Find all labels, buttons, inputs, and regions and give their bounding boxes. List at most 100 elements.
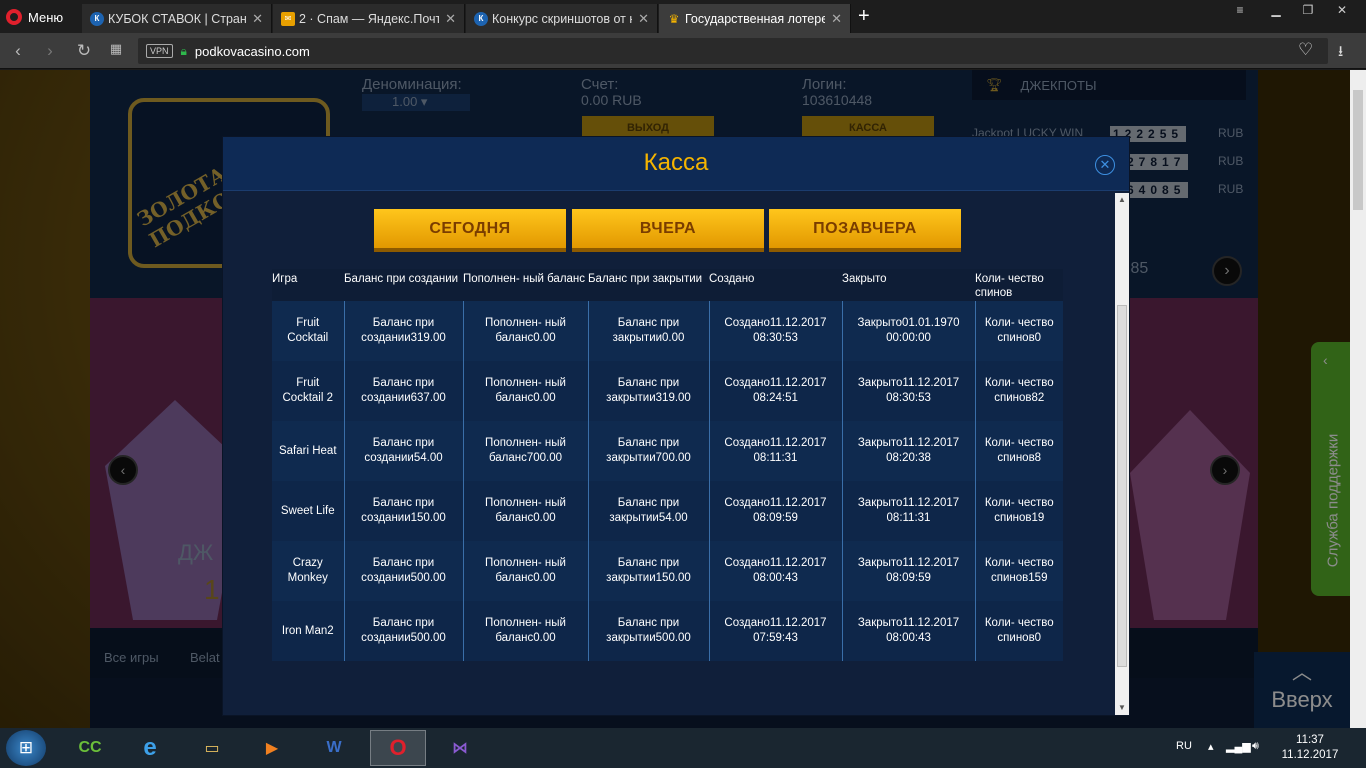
address-bar: ‹ › ↻ ▦ VPN 🔒︎ podkovacasino.com ♡ ⭳: [0, 33, 1366, 69]
windows-logo-icon: ⊞: [18, 738, 34, 757]
tab-title: Конкурс скриншотов от к: [492, 11, 633, 26]
language-indicator[interactable]: RU: [1176, 740, 1192, 752]
restore-icon[interactable]: ❐: [1290, 0, 1326, 20]
tab-title: Государственная лотерея: [685, 11, 826, 26]
page-scrollbar-thumb[interactable]: [1353, 90, 1363, 210]
today-button[interactable]: СЕГОДНЯ: [374, 209, 566, 252]
tab-title: 2 · Спам — Яндекс.Почта: [299, 11, 440, 26]
cell-game: Safari Heat: [272, 421, 345, 481]
cell-topup: Пополнен- ный баланс0.00: [463, 481, 589, 541]
yesterday-button[interactable]: ВЧЕРА: [572, 209, 764, 252]
cell-game: Fruit Cocktail 2: [272, 361, 345, 421]
col-header-game: Игра: [272, 269, 344, 301]
taskbar-ie-icon[interactable]: e: [122, 730, 178, 766]
modal-scrollbar[interactable]: ▲ ▼: [1115, 193, 1129, 715]
forward-icon[interactable]: ›: [40, 41, 60, 61]
table-row: Fruit Cocktail Баланс при создании319.00…: [272, 301, 1063, 361]
close-icon[interactable]: ✕: [1095, 155, 1115, 175]
tab-close-icon[interactable]: ✕: [638, 11, 649, 27]
day-before-yesterday-button[interactable]: ПОЗАВЧЕРА: [769, 209, 961, 252]
tab-menu-icon[interactable]: ≡: [1222, 0, 1258, 20]
vpn-badge[interactable]: VPN: [146, 44, 173, 58]
favicon-icon: К: [474, 11, 488, 26]
cell-closed: Закрыто11.12.2017 08:30:53: [842, 361, 976, 421]
taskbar-explorer-icon[interactable]: ▭: [184, 730, 240, 766]
clock-date: 11.12.2017: [1281, 749, 1339, 761]
table-row: Fruit Cocktail 2 Баланс при создании637.…: [272, 361, 1063, 421]
tab-lottery[interactable]: ♛ Государственная лотерея ✕: [659, 4, 851, 33]
cell-spins: Коли- чество спинов159: [975, 541, 1063, 601]
close-window-icon[interactable]: ✕: [1324, 0, 1360, 20]
tab-title: КУБОК СТАВОК | Страниц: [108, 11, 247, 26]
taskbar-app-cc-icon[interactable]: CC: [62, 730, 118, 766]
clock-time: 11:37: [1296, 734, 1324, 746]
taskbar-opera-icon[interactable]: O: [370, 730, 426, 766]
scroll-up-arrow-icon[interactable]: ▲: [1115, 193, 1129, 207]
cell-closed: Закрыто11.12.2017 08:11:31: [842, 481, 976, 541]
cell-spins: Коли- чество спинов0: [975, 601, 1063, 661]
tab-close-icon[interactable]: ✕: [252, 11, 263, 27]
taskbar-word-icon[interactable]: W: [306, 730, 362, 766]
cell-game: Crazy Monkey: [272, 541, 345, 601]
cashier-modal: Касса ✕ СЕГОДНЯ ВЧЕРА ПОЗАВЧЕРА Игра Бал…: [222, 136, 1130, 716]
cell-balance-open: Баланс при создании54.00: [344, 421, 464, 481]
table-row: Sweet Life Баланс при создании150.00 Поп…: [272, 481, 1063, 541]
cell-balance-close: Баланс при закрытии700.00: [588, 421, 710, 481]
new-tab-icon[interactable]: +: [858, 5, 878, 28]
opera-menu-button[interactable]: Меню: [6, 6, 63, 28]
tab-close-icon[interactable]: ✕: [831, 11, 842, 27]
cell-balance-close: Баланс при закрытии500.00: [588, 601, 710, 661]
modal-title: Касса: [643, 149, 709, 176]
cell-spins: Коли- чество спинов19: [975, 481, 1063, 541]
tab-yandex-mail[interactable]: ✉ 2 · Спам — Яндекс.Почта ✕: [273, 4, 465, 33]
tab-close-icon[interactable]: ✕: [445, 11, 456, 27]
bookmark-heart-icon[interactable]: ♡: [1298, 40, 1313, 60]
page-scrollbar[interactable]: [1350, 70, 1366, 728]
table-row: Iron Man2 Баланс при создании500.00 Попо…: [272, 601, 1063, 661]
start-button[interactable]: ⊞: [6, 730, 46, 766]
taskbar-clock[interactable]: 11:37 11.12.2017: [1270, 733, 1350, 763]
col-header-closed: Закрыто: [842, 269, 975, 301]
back-icon[interactable]: ‹: [8, 41, 28, 61]
modal-scrollbar-thumb[interactable]: [1117, 305, 1127, 667]
col-header-balance-close: Баланс при закрытии: [588, 269, 709, 301]
volume-icon[interactable]: 🔊︎: [1252, 740, 1259, 753]
cell-balance-open: Баланс при создании637.00: [344, 361, 464, 421]
tab-konkurs[interactable]: К Конкурс скриншотов от к ✕: [466, 4, 658, 33]
taskbar-media-player-icon[interactable]: ▶: [244, 730, 300, 766]
tab-kubok[interactable]: К КУБОК СТАВОК | Страниц ✕: [82, 4, 272, 33]
minimize-icon[interactable]: ▁: [1258, 0, 1294, 20]
cell-closed: Закрыто11.12.2017 08:00:43: [842, 601, 976, 661]
col-header-balance-open: Баланс при создании: [344, 269, 463, 301]
url-input[interactable]: VPN 🔒︎ podkovacasino.com: [138, 38, 1328, 64]
menu-label: Меню: [28, 9, 64, 25]
cell-spins: Коли- чество спинов82: [975, 361, 1063, 421]
cell-balance-open: Баланс при создании150.00: [344, 481, 464, 541]
url-text[interactable]: podkovacasino.com: [195, 44, 310, 59]
cell-created: Создано11.12.2017 08:24:51: [709, 361, 843, 421]
cell-balance-open: Баланс при создании500.00: [344, 541, 464, 601]
mail-icon: ✉: [281, 11, 295, 26]
lock-icon[interactable]: 🔒︎: [181, 44, 187, 59]
cell-game: Sweet Life: [272, 481, 345, 541]
browser-tab-bar: Меню К КУБОК СТАВОК | Страниц ✕ ✉ 2 · Сп…: [0, 0, 1366, 33]
cell-closed: Закрыто11.12.2017 08:20:38: [842, 421, 976, 481]
windows-taskbar: ⊞ CC e ▭ ▶ W O ⋈ RU ▴ ▂▄▆ 🔊︎ 11:37 11.12…: [0, 728, 1366, 768]
speed-dial-icon[interactable]: ▦: [106, 41, 126, 57]
table-row: Safari Heat Баланс при создании54.00 Поп…: [272, 421, 1063, 481]
cell-balance-close: Баланс при закрытии319.00: [588, 361, 710, 421]
favicon-icon: К: [90, 11, 104, 26]
cell-created: Создано11.12.2017 08:11:31: [709, 421, 843, 481]
sessions-table: Игра Баланс при создании Пополнен- ный б…: [272, 269, 1063, 661]
reload-icon[interactable]: ↻: [74, 41, 94, 61]
scroll-down-arrow-icon[interactable]: ▼: [1115, 701, 1129, 715]
cell-topup: Пополнен- ный баланс700.00: [463, 421, 589, 481]
tray-arrow-icon[interactable]: ▴: [1208, 740, 1214, 753]
cell-created: Создано11.12.2017 07:59:43: [709, 601, 843, 661]
network-icon[interactable]: ▂▄▆: [1226, 740, 1251, 753]
download-icon[interactable]: ⭳: [1338, 41, 1343, 66]
cell-topup: Пополнен- ный баланс0.00: [463, 601, 589, 661]
cell-created: Создано11.12.2017 08:00:43: [709, 541, 843, 601]
cell-balance-close: Баланс при закрытии0.00: [588, 301, 710, 361]
taskbar-visual-studio-icon[interactable]: ⋈: [432, 730, 488, 766]
